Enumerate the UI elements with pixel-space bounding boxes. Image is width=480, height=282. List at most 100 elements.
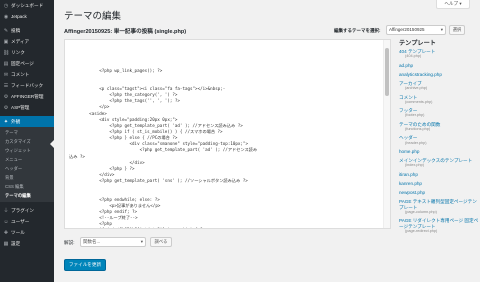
appearance-submenu: テーマ カスタマイズ ウィジェット メニュー ヘッダー 背景 CSS 編集 テーマの編集 (0, 127, 54, 202)
lookup-button[interactable]: 調べる (150, 237, 172, 247)
sidebar-item-label: Jetpack (11, 14, 27, 19)
template-link[interactable]: ad.php (399, 63, 479, 68)
template-filename: (page-column.php) (405, 209, 437, 214)
active-menu-notch (50, 140, 54, 148)
sidebar-item[interactable]: ⚙ ASP管理 (0, 102, 54, 113)
template-link[interactable]: PAGE リダイレクト専用ページ 固定ページテンプレート (399, 218, 479, 228)
template-list: 404 テンプレート (404.php) ad.php analyticstracki… (399, 45, 479, 282)
editor-scrollbar[interactable] (383, 40, 390, 228)
submenu-item[interactable]: ウィジェット (0, 146, 54, 155)
sidebar-item-label: ツール (11, 229, 25, 235)
sidebar-item-label: AFFINGER管理 (11, 93, 44, 99)
template-item[interactable]: itiran.php (399, 172, 479, 177)
template-item[interactable]: メインインデックスのテンプレート (index.php) (399, 158, 479, 168)
template-item[interactable]: newpost.php (399, 190, 479, 195)
theme-select-label: 編集するテーマを選択: (334, 28, 381, 33)
sidebar-item[interactable]: ✚ ツール (0, 227, 54, 238)
submenu-item[interactable]: カスタマイズ (0, 137, 54, 146)
admin-sidebar: ◷ ダッシュボード ◉ Jetpack ✎ 投稿 ▣ メディア ⛓ リンク ▤ 固定ページ ✉ コメント ☰… (0, 0, 54, 282)
submenu-item[interactable]: 背景 (0, 173, 54, 182)
link-icon: ⛓ (3, 49, 10, 56)
page-icon: ▤ (3, 60, 9, 67)
function-select[interactable]: 関数名... (80, 237, 146, 247)
theme-select[interactable]: Affinger20150925 (386, 25, 446, 35)
sidebar-item-label: フィードバック (11, 82, 44, 88)
template-filename: (404.php) (405, 54, 422, 59)
template-link[interactable]: analyticstracking.php (399, 72, 479, 77)
gear-icon: ⚙ (3, 104, 9, 111)
code-line: if ( ( $GLOBALS['stdata8'] ) === '' ) { … (69, 227, 390, 228)
template-filename: (footer.php) (405, 113, 425, 118)
jetpack-icon: ◉ (3, 13, 9, 20)
select-theme-button[interactable]: 選択 (449, 25, 465, 35)
sidebar-item-label: リンク (11, 49, 25, 55)
template-item[interactable]: 404 テンプレート (404.php) (399, 49, 479, 59)
sidebar-item[interactable]: ✎ 投稿 (0, 25, 54, 36)
tools-icon: ✚ (3, 229, 9, 236)
update-file-button[interactable]: ファイルを更新 (64, 259, 106, 271)
dashboard-icon: ◷ (3, 2, 9, 9)
template-filename: (comments.php) (405, 99, 433, 104)
feedback-icon: ☰ (3, 82, 9, 89)
code-editor[interactable]: <?php wp_link_pages(); ?> <p class="tags… (64, 39, 391, 229)
sidebar-item-label: プラグイン (11, 207, 34, 213)
sidebar-item[interactable]: ◉ Jetpack (0, 11, 54, 22)
sidebar-item[interactable]: ⏚ プラグイン (0, 205, 54, 216)
sidebar-item[interactable]: ▤ 固定ページ (0, 58, 54, 69)
sidebar-item-label: 外観 (11, 118, 21, 124)
submenu-item[interactable]: テーマの編集 (0, 191, 54, 200)
template-link[interactable]: PAGE テキスト羅列型固定ページテンプレート (399, 199, 479, 209)
users-icon: ☺ (3, 218, 9, 225)
template-item[interactable]: テーマのための関数 (functions.php) (399, 122, 479, 132)
file-title: Affinger20150925: 単一記事の投稿 (single.php) (64, 29, 187, 35)
template-item[interactable]: アーカイブ (archive.php) (399, 81, 479, 91)
template-item[interactable]: コメント (comments.php) (399, 95, 479, 105)
sidebar-item-label: ユーザー (11, 218, 30, 224)
sidebar-item-label: ダッシュボード (11, 2, 44, 8)
template-item[interactable]: PAGE テキスト羅列型固定ページテンプレート (page-column.php) (399, 199, 479, 214)
sidebar-item-label: 固定ページ (11, 60, 34, 66)
template-filename: (header.php) (405, 140, 427, 145)
template-item[interactable]: analyticstracking.php (399, 72, 479, 77)
sidebar-item[interactable]: ☰ フィードバック (0, 80, 54, 91)
template-link[interactable]: home.php (399, 149, 479, 154)
sidebar-item-label: コメント (11, 71, 30, 77)
sidebar-item[interactable]: ▦ 設定 (0, 238, 54, 249)
sidebar-item[interactable]: ◷ ダッシュボード (0, 0, 54, 11)
sidebar-item[interactable]: ✉ コメント (0, 69, 54, 80)
submenu-item[interactable]: メニュー (0, 155, 54, 164)
template-item[interactable]: PAGE リダイレクト専用ページ 固定ページテンプレート (page-redire… (399, 218, 479, 233)
template-filename: (index.php) (405, 163, 424, 168)
template-link[interactable]: kanren.php (399, 181, 479, 186)
template-item[interactable]: フッター (footer.php) (399, 108, 479, 118)
template-item[interactable]: ad.php (399, 63, 479, 68)
submenu-item[interactable]: ヘッダー (0, 164, 54, 173)
template-link[interactable]: itiran.php (399, 172, 479, 177)
template-item[interactable]: kanren.php (399, 181, 479, 186)
sidebar-item-appearance[interactable]: ✦ 外観 (0, 116, 54, 127)
code-textarea[interactable]: <?php wp_link_pages(); ?> <p class="tags… (65, 40, 390, 228)
sidebar-item[interactable]: ☺ ユーザー (0, 216, 54, 227)
scrollbar-thumb[interactable] (385, 48, 389, 96)
sidebar-item[interactable]: ⛓ リンク (0, 47, 54, 58)
media-icon: ▣ (3, 38, 9, 45)
comment-icon: ✉ (3, 71, 9, 78)
appearance-icon: ✦ (3, 118, 9, 125)
sidebar-item-label: ASP管理 (11, 104, 30, 110)
page-title: テーマの編集 (64, 11, 122, 22)
template-filename: (page-redirect.php) (405, 228, 438, 233)
docs-label: 解説: (64, 240, 75, 245)
sidebar-item[interactable]: ⚙ AFFINGER管理 (0, 91, 54, 102)
template-filename: (archive.php) (405, 86, 428, 91)
submenu-item[interactable]: テーマ (0, 128, 54, 137)
template-item[interactable]: ヘッダー (header.php) (399, 135, 479, 145)
help-tab[interactable]: ヘルプ ▾ (436, 0, 470, 9)
sidebar-item-label: 設定 (11, 240, 21, 246)
sidebar-item[interactable]: ▣ メディア (0, 36, 54, 47)
sidebar-item-label: メディア (11, 38, 30, 44)
template-link[interactable]: newpost.php (399, 190, 479, 195)
template-item[interactable]: home.php (399, 149, 479, 154)
gear-icon: ⚙ (3, 93, 9, 100)
pin-icon: ✎ (3, 27, 9, 34)
submenu-item[interactable]: CSS 編集 (0, 182, 54, 191)
